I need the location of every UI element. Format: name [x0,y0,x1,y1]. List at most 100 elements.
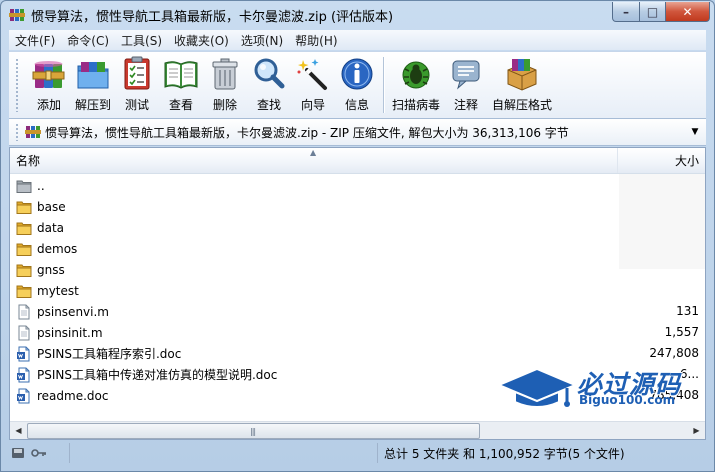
magnifier-icon [254,58,285,89]
extract-folder-icon [77,62,109,89]
add-archive-icon [32,61,65,88]
list-item[interactable]: gnss [10,259,705,280]
window-title: 惯导算法，惯性导航工具箱最新版，卡尔曼滤波.zip (评估版本) [31,9,394,25]
list-item[interactable]: demos [10,238,705,259]
winrar-window: 惯导算法，惯性导航工具箱最新版，卡尔曼滤波.zip (评估版本) – □ ✕ 文… [0,0,715,472]
folder-icon [16,264,32,277]
file-name: psinsenvi.m [37,304,109,319]
menu-tools[interactable]: 工具(S) [115,32,168,49]
address-bar: 惯导算法，惯性导航工具箱最新版，卡尔曼滤波.zip - ZIP 压缩文件, 解包… [9,119,706,146]
list-header: ▲ 名称 大小 [10,148,705,174]
list-item[interactable]: PSINS工具箱程序索引.doc 247,808 [10,343,705,364]
find-button[interactable]: 查找 [247,56,291,113]
menu-bar: 文件(F) 命令(C) 工具(S) 收藏夹(O) 选项(N) 帮助(H) [9,30,706,50]
comment-button[interactable]: 注释 [444,56,488,113]
toolbar-separator [383,57,385,113]
list-item[interactable]: data [10,217,705,238]
scrollbar-thumb[interactable]: ||| [27,423,480,439]
address-path: 惯导算法，惯性导航工具箱最新版，卡尔曼滤波.zip - ZIP 压缩文件, 解包… [45,125,569,140]
list-item[interactable]: base [10,196,705,217]
add-button[interactable]: 添加 [27,56,71,113]
scan-virus-button[interactable]: 扫描病毒 [388,56,444,113]
delete-label: 删除 [213,98,238,112]
column-header-size[interactable]: 大小 [619,148,705,173]
wizard-button[interactable]: 向导 [291,56,335,113]
parent-folder-icon [16,180,32,193]
file-name: mytest [37,283,79,298]
toolbar: 添加 解压到 测试 查看 删除 查找 向导 信息 扫描病毒 注释 自解压格式 [9,51,706,119]
status-icons [9,446,69,460]
sfx-label: 自解压格式 [492,98,553,112]
comment-icon [452,60,480,90]
menu-options[interactable]: 选项(N) [235,32,289,49]
column-name-label: 名称 [16,154,41,168]
minimize-button[interactable]: – [612,2,640,22]
status-selection-panel [69,443,380,463]
menu-file[interactable]: 文件(F) [9,32,61,49]
column-header-name[interactable]: ▲ 名称 [10,148,618,173]
horizontal-scrollbar[interactable]: ◀ ||| ▶ [10,421,705,439]
archive-icon [25,126,41,138]
window-controls: – □ ✕ [612,2,710,22]
view-button[interactable]: 查看 [159,56,203,113]
find-label: 查找 [257,98,282,112]
view-label: 查看 [169,98,194,112]
disk-icon[interactable] [11,446,25,460]
address-grip[interactable] [15,123,19,141]
address-dropdown-icon[interactable]: ▼ [688,127,702,137]
wizard-wand-icon [297,59,328,90]
test-label: 测试 [125,98,150,112]
watermark-subtitle: Biguo100.com [579,393,676,407]
menu-help[interactable]: 帮助(H) [289,32,343,49]
list-item[interactable]: .. [10,175,705,196]
folder-icon [16,201,32,214]
file-name: PSINS工具箱程序索引.doc [37,347,182,361]
info-button[interactable]: 信息 [335,56,379,113]
folder-icon [16,243,32,256]
wizard-label: 向导 [301,98,326,112]
delete-button[interactable]: 删除 [203,56,247,113]
file-name: PSINS工具箱中传递对准仿真的模型说明.doc [37,368,278,382]
comment-label: 注释 [454,98,479,112]
sort-arrow-icon: ▲ [310,148,317,157]
status-bar: 总计 5 文件夹 和 1,100,952 字节(5 个文件) [9,441,706,465]
file-name: gnss [37,262,65,277]
file-name: readme.doc [37,388,109,403]
menu-favorites[interactable]: 收藏夹(O) [168,32,235,49]
doc-file-icon [17,346,30,361]
scroll-right-icon[interactable]: ▶ [688,422,705,439]
list-item[interactable]: mytest [10,280,705,301]
winrar-app-icon [9,9,25,21]
text-file-icon [18,304,30,319]
close-button[interactable]: ✕ [666,2,710,22]
status-separator [377,443,378,463]
title-bar: 惯导算法，惯性导航工具箱最新版，卡尔曼滤波.zip (评估版本) – □ ✕ [1,1,714,29]
doc-file-icon [17,367,30,382]
info-label: 信息 [345,98,370,112]
maximize-button[interactable]: □ [640,2,666,22]
toolbar-grip[interactable] [15,58,19,112]
text-file-icon [18,325,30,340]
watermark-logo: 必过源码 Biguo100.com [497,363,697,411]
scroll-left-icon[interactable]: ◀ [10,422,27,439]
file-name: .. [37,178,45,193]
file-size: 131 [676,304,699,318]
menu-commands[interactable]: 命令(C) [61,32,115,49]
folder-icon [16,285,32,298]
thumb-grip-icon: ||| [250,427,256,436]
graduation-cap-icon [497,367,577,408]
key-icon[interactable] [31,446,47,460]
sfx-box-icon [507,59,537,91]
list-item[interactable]: psinsinit.m 1,557 [10,322,705,343]
test-checklist-icon [124,56,150,90]
view-book-icon [164,61,198,89]
test-button[interactable]: 测试 [115,56,159,113]
extract-button[interactable]: 解压到 [71,56,115,113]
file-size: 247,808 [649,346,699,360]
folder-icon [16,222,32,235]
trash-icon [212,58,238,90]
sfx-button[interactable]: 自解压格式 [488,56,556,113]
scan-virus-label: 扫描病毒 [392,98,441,112]
file-name: base [37,199,66,214]
list-item[interactable]: psinsenvi.m 131 [10,301,705,322]
